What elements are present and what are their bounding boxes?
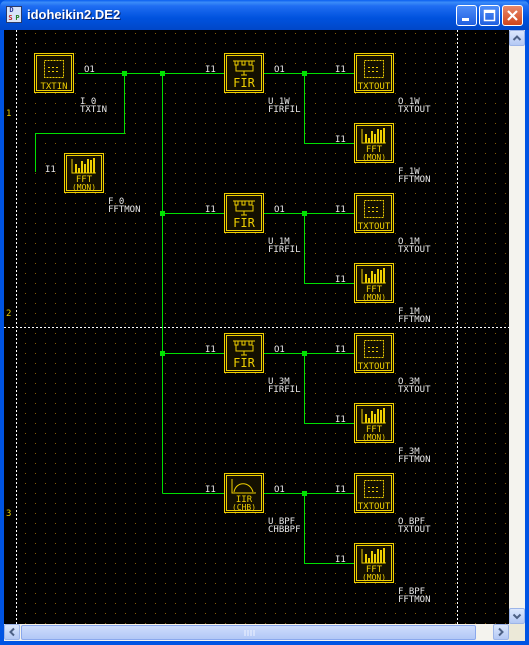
input-port-label: I1 <box>335 345 346 355</box>
block-icon-sublabel: (MON) <box>362 433 386 442</box>
block-icon-sublabel: (MON) <box>362 573 386 582</box>
block-type-name: TXTIN <box>80 105 107 115</box>
junction-dot <box>122 71 127 76</box>
block-icon-label: TXTOUT <box>358 362 391 372</box>
block-icon-label: TXTIN <box>40 82 67 92</box>
ruler-row-2: 2 <box>6 309 11 319</box>
block-icon-label: TXTOUT <box>358 222 391 232</box>
close-icon <box>507 10 518 21</box>
output-port-label: O1 <box>274 485 285 495</box>
block-icon-label: FIR <box>233 76 255 90</box>
junction-dot <box>302 351 307 356</box>
block-type-name: FFTMON <box>398 595 431 605</box>
ruler-row-1: 1 <box>6 109 11 119</box>
input-port-label: I1 <box>335 205 346 215</box>
input-port-label: I1 <box>335 485 346 495</box>
close-button[interactable] <box>502 5 523 26</box>
scroll-left-button[interactable] <box>4 624 20 640</box>
minimize-button[interactable] <box>456 5 477 26</box>
block-type-name: FIRFIL <box>268 385 301 395</box>
input-port-label: I1 <box>205 485 216 495</box>
input-port-label: I1 <box>335 65 346 75</box>
block-icon-label: TXTOUT <box>358 82 391 92</box>
output-port-label: O1 <box>84 65 95 75</box>
block-icon-sublabel: (CHB) <box>232 503 256 512</box>
scroll-down-button[interactable] <box>509 608 525 624</box>
junction-dot <box>302 211 307 216</box>
input-port-label: I1 <box>335 415 346 425</box>
block-type-name: FFTMON <box>398 175 431 185</box>
output-port-label: O1 <box>274 205 285 215</box>
block-icon-label: FIR <box>233 216 255 230</box>
junction-dot <box>302 491 307 496</box>
output-port-label: O1 <box>274 345 285 355</box>
junction-dot <box>302 71 307 76</box>
junction-dot <box>160 351 165 356</box>
block-diagram[interactable]: 1 2 3 TXTINO1I_0TXTINFFT(MON)I1F_0FFTMON… <box>4 30 509 624</box>
right-arrow-icon <box>498 627 504 637</box>
left-arrow-icon <box>9 627 15 637</box>
down-arrow-icon <box>512 613 522 620</box>
block-type-name: FFTMON <box>398 315 431 325</box>
window-title: idoheikin2.DE2 <box>27 7 121 22</box>
horizontal-scrollbar[interactable] <box>4 624 509 641</box>
input-port-label: I1 <box>205 65 216 75</box>
block-type-name: FIRFIL <box>268 245 301 255</box>
output-port-label: O1 <box>274 65 285 75</box>
title-bar[interactable]: D S P idoheikin2.DE2 <box>0 0 529 30</box>
dsp-app-icon[interactable]: D S P <box>6 6 22 23</box>
input-port-label: I1 <box>205 205 216 215</box>
block-type-name: CHBBPF <box>268 525 301 535</box>
vertical-scrollbar[interactable] <box>509 30 525 624</box>
input-port-label: I1 <box>335 555 346 565</box>
block-type-name: FIRFIL <box>268 105 301 115</box>
block-type-name: TXTOUT <box>398 525 431 535</box>
size-grip[interactable] <box>509 624 525 641</box>
block-icon-label: FIR <box>233 356 255 370</box>
input-port-label: I1 <box>335 275 346 285</box>
horizontal-scroll-thumb[interactable] <box>21 625 476 640</box>
block-icon-sublabel: (MON) <box>72 183 96 192</box>
maximize-button[interactable] <box>479 5 500 26</box>
block-icon-sublabel: (MON) <box>362 293 386 302</box>
block-icon-label: TXTOUT <box>358 502 391 512</box>
block-type-name: FFTMON <box>108 205 141 215</box>
input-port-label: I1 <box>45 165 56 175</box>
junction-dot <box>160 71 165 76</box>
block-type-name: TXTOUT <box>398 245 431 255</box>
minimize-icon <box>462 18 469 21</box>
junction-dot <box>160 211 165 216</box>
maximize-icon <box>483 9 496 22</box>
up-arrow-icon <box>512 35 522 41</box>
block-type-name: TXTOUT <box>398 105 431 115</box>
scroll-up-button[interactable] <box>509 30 525 46</box>
app-window: D S P idoheikin2.DE2 1 2 3 TXTIN O1 I_0 … <box>0 0 529 645</box>
grip-icon <box>244 630 255 636</box>
block-type-name: FFTMON <box>398 455 431 465</box>
ruler-row-3: 3 <box>6 509 11 519</box>
block-type-name: TXTOUT <box>398 385 431 395</box>
input-port-label: I1 <box>205 345 216 355</box>
block-icon-sublabel: (MON) <box>362 153 386 162</box>
input-port-label: I1 <box>335 135 346 145</box>
scroll-right-button[interactable] <box>493 624 509 640</box>
